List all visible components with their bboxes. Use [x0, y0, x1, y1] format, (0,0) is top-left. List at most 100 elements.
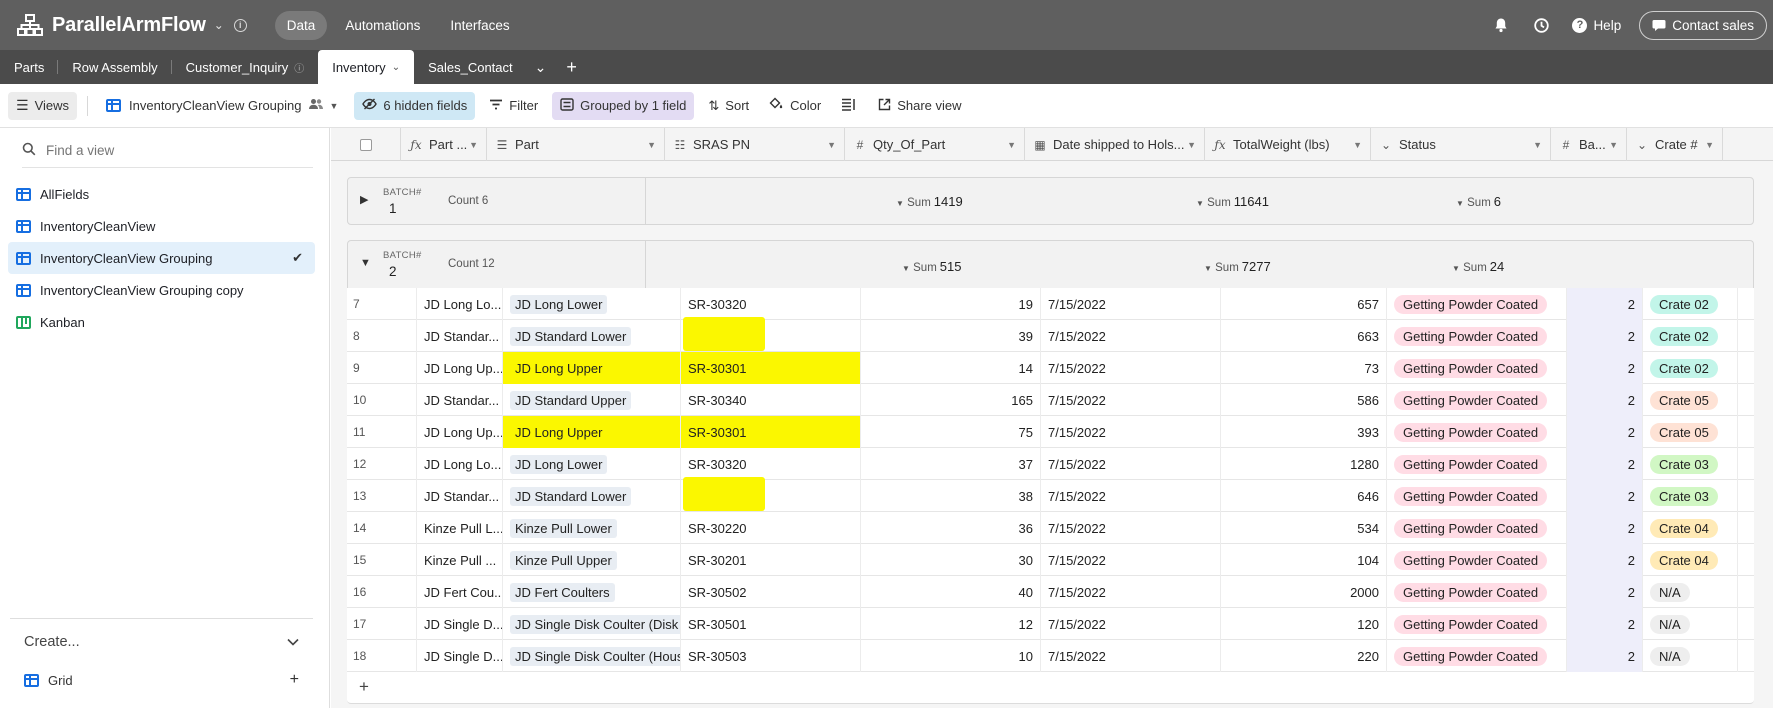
cell-status[interactable]: Getting Powder Coated [1387, 512, 1567, 544]
cell-part[interactable]: Kinze Pull Lower [503, 512, 681, 544]
cell-total-weight[interactable]: 220 [1221, 640, 1387, 672]
collapse-group-icon[interactable]: ▼ [360, 257, 371, 269]
cell-part-formula[interactable]: JD Single D... [417, 640, 503, 672]
cell-crate[interactable]: Crate 05 [1643, 384, 1738, 416]
find-view-input[interactable] [46, 143, 306, 158]
cell-crate[interactable]: Crate 04 [1643, 544, 1738, 576]
linked-record-chip[interactable]: JD Single Disk Coulter (Housi [510, 646, 680, 666]
table-row[interactable]: 12 JD Long Lo... JD Long Lower SR-30320 37 7/… [347, 448, 1754, 480]
cell-status[interactable]: Getting Powder Coated [1387, 448, 1567, 480]
cell-date-shipped[interactable]: 7/15/2022 [1041, 352, 1221, 384]
cell-qty-of-part[interactable]: 37 [861, 448, 1041, 480]
cell-batch[interactable]: 2 [1567, 512, 1643, 544]
cell-batch[interactable]: 2 [1567, 448, 1643, 480]
table-row[interactable]: 14 Kinze Pull L... Kinze Pull Lower SR-3022… [347, 512, 1754, 544]
column-menu-chevron-icon[interactable]: ▼ [1187, 140, 1196, 150]
column-menu-chevron-icon[interactable]: ▼ [1533, 140, 1542, 150]
cell-total-weight[interactable]: 657 [1221, 288, 1387, 320]
group-header-batch-2[interactable]: ▼ BATCH# 2 Count 12 ▼ Sum 515 ▼ Sum 7277 ▼… [347, 240, 1754, 288]
column-header-qty-of-part[interactable]: # Qty_Of_Part ▼ [845, 128, 1025, 161]
cell-date-shipped[interactable]: 7/15/2022 [1041, 320, 1221, 352]
expand-group-icon[interactable]: ▶ [360, 193, 368, 206]
tab-inventory[interactable]: Inventory ⌄ [318, 50, 415, 84]
cell-batch[interactable]: 2 [1567, 416, 1643, 448]
cell-sras-pn[interactable]: SR-30301 [681, 416, 861, 448]
linked-record-chip[interactable]: JD Long Lower [510, 294, 608, 314]
cell-crate[interactable]: Crate 03 [1643, 448, 1738, 480]
cell-part-formula[interactable]: JD Standar... [417, 320, 503, 352]
cell-sras-pn[interactable]: SR-30201 [681, 544, 861, 576]
view-item-kanban[interactable]: Kanban [8, 306, 315, 338]
cell-crate[interactable]: Crate 03 [1643, 480, 1738, 512]
cell-part[interactable]: JD Long Lower [503, 448, 681, 480]
cell-batch[interactable]: 2 [1567, 640, 1643, 672]
nav-interfaces[interactable]: Interfaces [438, 11, 521, 40]
column-menu-chevron-icon[interactable]: ▼ [1705, 140, 1714, 150]
view-item-allfields[interactable]: AllFields [8, 178, 315, 210]
row-number[interactable]: 14 [347, 512, 417, 544]
table-row[interactable]: 10 JD Standar... JD Standard Upper SR-30340… [347, 384, 1754, 416]
cell-part-formula[interactable]: Kinze Pull ... [417, 544, 503, 576]
contact-sales-button[interactable]: Contact sales [1639, 10, 1767, 40]
row-number[interactable]: 13 [347, 480, 417, 512]
column-menu-chevron-icon[interactable]: ▼ [827, 140, 836, 150]
linked-record-chip[interactable]: JD Single Disk Coulter (Disk C [510, 614, 680, 634]
cell-total-weight[interactable]: 104 [1221, 544, 1387, 576]
base-logo-icon[interactable] [16, 11, 44, 39]
cell-qty-of-part[interactable]: 40 [861, 576, 1041, 608]
cell-crate[interactable]: N/A [1643, 576, 1738, 608]
help-button[interactable]: ? Help [1572, 17, 1621, 33]
group-header-batch-1[interactable]: ▶ BATCH# 1 Count 6 ▼ Sum 1419 ▼ Sum 11641 … [347, 177, 1754, 225]
table-row[interactable]: 7 JD Long Lo... JD Long Lower SR-30320 19 7/1… [347, 288, 1754, 320]
cell-crate[interactable]: N/A [1643, 608, 1738, 640]
cell-date-shipped[interactable]: 7/15/2022 [1041, 416, 1221, 448]
cell-sras-pn[interactable]: SR-30503 [681, 640, 861, 672]
tab-sales-contact[interactable]: Sales_Contact [414, 50, 527, 84]
column-menu-chevron-icon[interactable]: ▼ [1007, 140, 1016, 150]
cell-status[interactable]: Getting Powder Coated [1387, 608, 1567, 640]
select-all-checkbox[interactable] [359, 138, 372, 151]
info-icon[interactable]: i [233, 18, 247, 32]
tab-parts[interactable]: Parts [0, 50, 59, 84]
linked-record-chip[interactable]: JD Long Lower [510, 454, 608, 474]
row-number[interactable]: 15 [347, 544, 417, 576]
linked-record-chip[interactable]: JD Fert Coulters [510, 582, 615, 602]
cell-qty-of-part[interactable]: 10 [861, 640, 1041, 672]
cell-batch[interactable]: 2 [1567, 480, 1643, 512]
cell-batch[interactable]: 2 [1567, 288, 1643, 320]
cell-part[interactable]: JD Single Disk Coulter (Disk C [503, 608, 681, 640]
cell-batch[interactable]: 2 [1567, 576, 1643, 608]
cell-part[interactable]: JD Fert Coulters [503, 576, 681, 608]
table-row[interactable]: 16 JD Fert Cou... JD Fert Coulters SR-30502… [347, 576, 1754, 608]
add-table-plus-icon[interactable]: + [554, 50, 589, 84]
table-row[interactable]: 11 JD Long Up... JD Long Upper SR-30301 75 7/… [347, 416, 1754, 448]
column-header-status[interactable]: ⌄ Status ▼ [1371, 128, 1551, 161]
linked-record-chip[interactable]: Kinze Pull Lower [510, 518, 617, 538]
cell-qty-of-part[interactable]: 38 [861, 480, 1041, 512]
row-number[interactable]: 18 [347, 640, 417, 672]
cell-part[interactable]: Kinze Pull Upper [503, 544, 681, 576]
linked-record-chip[interactable]: Kinze Pull Upper [510, 550, 617, 570]
cell-part-formula[interactable]: Kinze Pull L... [417, 512, 503, 544]
table-row[interactable]: 8JD Standar...JD Standard LowerSR-303603… [347, 320, 1754, 352]
cell-crate[interactable]: N/A [1643, 640, 1738, 672]
column-menu-chevron-icon[interactable]: ▼ [1353, 140, 1362, 150]
column-menu-chevron-icon[interactable]: ▼ [647, 140, 656, 150]
cell-total-weight[interactable]: 2000 [1221, 576, 1387, 608]
history-icon[interactable] [1532, 16, 1550, 34]
linked-record-chip[interactable]: JD Standard Lower [510, 326, 632, 346]
cell-qty-of-part[interactable]: 30 [861, 544, 1041, 576]
row-number[interactable]: 10 [347, 384, 417, 416]
cell-status[interactable]: Getting Powder Coated [1387, 416, 1567, 448]
cell-crate[interactable]: Crate 02 [1643, 352, 1738, 384]
cell-batch[interactable]: 2 [1567, 320, 1643, 352]
cell-part[interactable]: JD Long Upper [503, 352, 681, 384]
row-number[interactable]: 16 [347, 576, 417, 608]
view-item-inventorycleanview-grouping-copy[interactable]: InventoryCleanView Grouping copy [8, 274, 315, 306]
cell-date-shipped[interactable]: 7/15/2022 [1041, 512, 1221, 544]
column-header-sras-pn[interactable]: ☷ SRAS PN ▼ [665, 128, 845, 161]
cell-sras-pn[interactable]: SR-30340 [681, 384, 861, 416]
chevron-down-icon[interactable]: ⌄ [392, 62, 400, 73]
cell-total-weight[interactable]: 73 [1221, 352, 1387, 384]
cell-date-shipped[interactable]: 7/15/2022 [1041, 544, 1221, 576]
